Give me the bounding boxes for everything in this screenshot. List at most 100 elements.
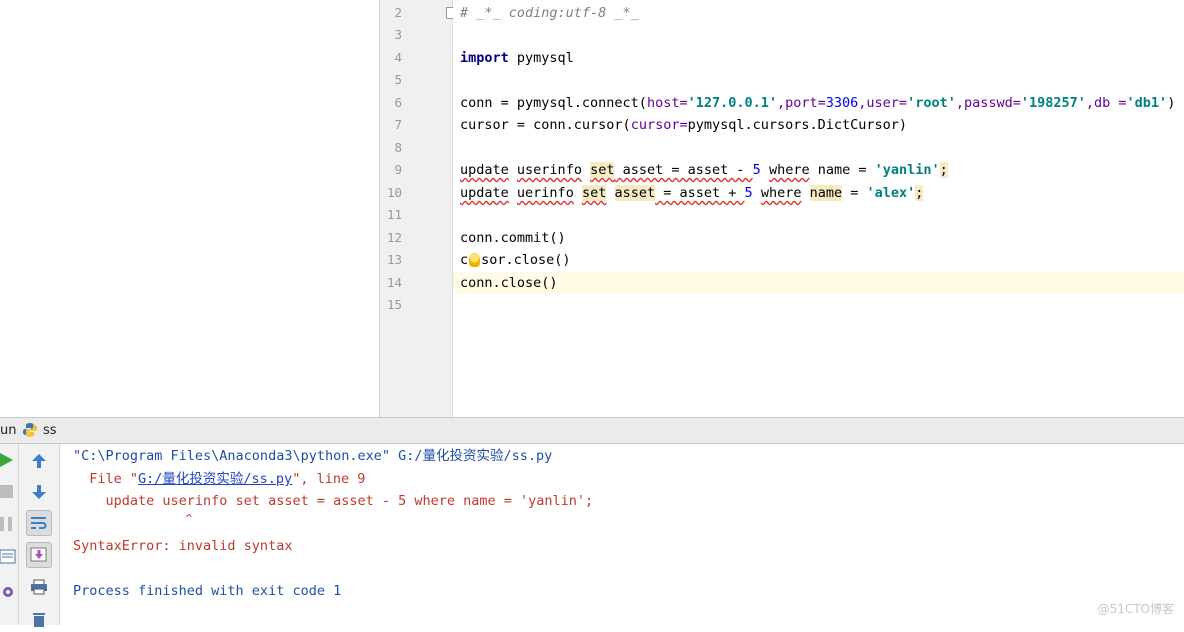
soft-wrap-icon: [31, 517, 47, 529]
line-number: 3: [394, 27, 402, 42]
console-command-line: "C:\Program Files\Anaconda3\python.exe" …: [73, 445, 552, 467]
line-number: 9: [394, 162, 402, 177]
console-text: ", line 9: [292, 471, 366, 487]
project-panel-blank: [0, 0, 380, 417]
param-name: ,user=: [858, 95, 908, 111]
down-arrow-button[interactable]: [26, 479, 52, 505]
arrow-down-icon: [32, 485, 46, 499]
code-text: conn.close(): [460, 275, 558, 291]
code-text: name: [809, 185, 843, 201]
param-name: ,db =: [1085, 95, 1127, 111]
stop-icon[interactable]: [0, 485, 14, 499]
code-text: conn = pymysql.connect(: [460, 95, 647, 111]
comment: # _*_ coding:utf-8 _*_: [460, 5, 639, 21]
code-text: = asset +: [655, 185, 745, 201]
console-command-path: G:/量化投资实验/ss.py: [389, 448, 553, 464]
code-text: sor.close(): [481, 252, 571, 268]
string-literal: 'yanlin': [874, 162, 940, 178]
semicolon: ;: [939, 162, 948, 178]
rerun-icon[interactable]: [0, 452, 14, 468]
param-name: cursor=: [630, 117, 688, 133]
watermark: @51CTO博客: [1097, 602, 1174, 616]
code-line-6[interactable]: conn = pymysql.connect(host='127.0.0.1',…: [460, 92, 1184, 114]
code-text: name =: [809, 162, 875, 178]
pause-icon[interactable]: [0, 516, 14, 532]
error-token: update: [460, 162, 509, 178]
code-text: asset: [614, 185, 656, 201]
code-line-12[interactable]: conn.commit(): [460, 227, 1184, 249]
number-literal: 5: [744, 185, 753, 201]
code-text: =: [842, 185, 867, 201]
console-text: File ": [73, 471, 139, 487]
console-file-link[interactable]: G:/量化投资实验/ss.py: [138, 471, 292, 487]
number-literal: 3306: [825, 95, 859, 111]
error-token: set: [590, 162, 615, 178]
string-literal: '198257': [1020, 95, 1086, 111]
line-number: 15: [386, 297, 402, 312]
line-number: 8: [394, 140, 402, 155]
print-button[interactable]: [26, 574, 52, 600]
code-text: asset = asset -: [614, 162, 753, 178]
code-text: ): [1167, 95, 1176, 111]
run-console-output[interactable]: "C:\Program Files\Anaconda3\python.exe" …: [60, 444, 1184, 625]
string-literal: 'alex': [866, 185, 916, 201]
printer-icon: [31, 579, 47, 595]
restore-layout-icon[interactable]: [0, 549, 16, 565]
error-token: where: [768, 162, 810, 178]
code-editor[interactable]: # _*_ coding:utf-8 _*_ import pymysql co…: [453, 0, 1184, 417]
up-arrow-button[interactable]: [26, 448, 52, 474]
number-literal: 5: [752, 162, 761, 178]
scroll-to-end-icon: [30, 547, 47, 562]
code-line-7[interactable]: cursor = conn.cursor(cursor=pymysql.curs…: [460, 114, 1184, 136]
error-token: userinfo: [516, 162, 582, 178]
run-tool-window-header: un ss: [0, 417, 1184, 444]
settings-icon[interactable]: [0, 584, 16, 600]
console-file-line: File "G:/量化投资实验/ss.py", line 9: [73, 468, 365, 490]
string-literal: 'db1': [1126, 95, 1168, 111]
console-error: SyntaxError: invalid syntax: [73, 538, 293, 554]
console-command: "C:\Program Files\Anaconda3\python.exe": [73, 448, 390, 464]
console-caret: ^: [73, 512, 193, 525]
error-token: set: [581, 185, 607, 201]
param-name: host=: [646, 95, 688, 111]
code-text: c: [460, 252, 469, 268]
string-literal: 'root': [907, 95, 956, 111]
string-literal: '127.0.0.1': [687, 95, 777, 111]
editor-gutter: 2 3 4 5 6 7 8 9 10 11 12 13 14 15: [380, 0, 456, 417]
python-icon: [23, 423, 37, 437]
line-number: 12: [386, 230, 402, 245]
line-number: 5: [394, 72, 402, 87]
console-finished: Process finished with exit code 1: [73, 583, 342, 599]
code-line-10[interactable]: update uerinfo set asset = asset + 5 whe…: [460, 182, 1184, 204]
run-toolbar-right: [19, 444, 60, 627]
soft-wrap-button[interactable]: [26, 510, 52, 536]
code-line-13[interactable]: c sor.close(): [460, 249, 1184, 271]
line-number: 4: [394, 50, 402, 65]
semicolon: ;: [915, 185, 924, 201]
line-number: 6: [394, 95, 402, 110]
arrow-up-icon: [32, 454, 46, 468]
param-name: ,port=: [776, 95, 826, 111]
lightbulb-icon[interactable]: [469, 253, 481, 267]
line-number: 10: [386, 185, 402, 200]
run-config-name[interactable]: ss: [43, 423, 57, 438]
run-toolbar-left: [0, 444, 19, 625]
code-line-4[interactable]: import pymysql: [460, 47, 1184, 69]
error-token: where: [760, 185, 802, 201]
code-text: cursor = conn.cursor(: [460, 117, 631, 133]
code-text: pymysql: [508, 50, 574, 66]
code-line-14-current[interactable]: conn.close(): [453, 272, 1184, 294]
error-token: update: [460, 185, 509, 201]
code-text: conn.commit(): [460, 230, 566, 246]
clear-all-button[interactable]: [26, 606, 52, 632]
line-number: 7: [394, 117, 402, 132]
scroll-to-end-button[interactable]: [26, 542, 52, 568]
code-line-2[interactable]: # _*_ coding:utf-8 _*_: [460, 2, 1184, 24]
code-line-9[interactable]: update userinfo set asset = asset - 5 wh…: [460, 159, 1184, 181]
